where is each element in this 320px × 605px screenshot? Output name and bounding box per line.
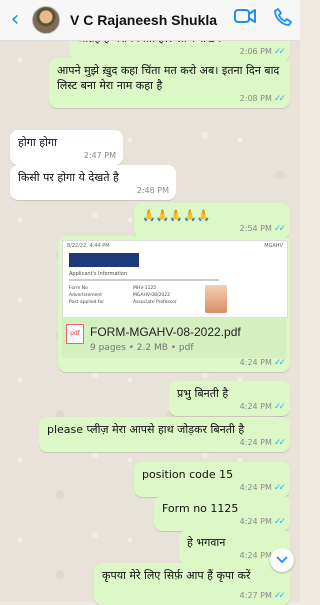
pdf-file-icon: pdf: [66, 324, 84, 344]
message-text: प्रभु बिनती है: [177, 387, 229, 400]
message-bubble-incoming[interactable]: होगा होगा 2:47 PM: [10, 130, 123, 165]
read-ticks-icon: ✓✓: [273, 437, 286, 448]
message-bubble-outgoing[interactable]: कृपया मेरे लिए सिर्फ़ आप हैं कृपा करें 4…: [94, 563, 290, 605]
phone-icon[interactable]: [274, 8, 292, 26]
read-ticks-icon: ✓✓: [273, 223, 286, 234]
contact-name[interactable]: V C Rajaneesh Shukla: [70, 12, 217, 28]
preview-rule: [69, 279, 219, 281]
avatar[interactable]: [32, 6, 60, 34]
preview-heading: Applicant's Information: [69, 271, 128, 277]
video-call-icon[interactable]: [234, 8, 256, 24]
read-ticks-icon: ✓✓: [273, 482, 286, 493]
pdf-file-meta: 9 pages • 2.2 MB • pdf: [90, 343, 194, 354]
message-text: आपने मुझे ख़ुद कहा चिंता मत करो अब। इतना…: [57, 64, 280, 92]
message-bubble-outgoing[interactable]: please प्लीज़ मेरा आपसे हाथ जोड़कर बिनती…: [39, 417, 290, 452]
read-ticks-icon: ✓✓: [273, 590, 286, 601]
applicant-photo: [205, 285, 227, 313]
message-time: 4:24 PM✓✓: [239, 401, 286, 412]
pdf-file-info[interactable]: pdf FORM-MGAHV-08-2022.pdf 9 pages • 2.2…: [62, 318, 286, 359]
message-text: होगा होगा: [18, 136, 57, 149]
message-bubble-outgoing[interactable]: Form no 1125 4:24 PM ✓✓: [154, 496, 290, 531]
read-ticks-icon: ✓✓: [273, 401, 286, 412]
message-bubble-incoming[interactable]: किसी पर होगा ये देखते है 2:48 PM: [10, 165, 176, 200]
message-text: position code 15: [142, 468, 234, 481]
pdf-preview-thumbnail[interactable]: 8/22/22, 4:44 PM MGAHV Applicant's Inform…: [62, 240, 288, 318]
pdf-file-name: FORM-MGAHV-08-2022.pdf: [90, 325, 241, 339]
message-bubble-outgoing[interactable]: प्रभु बिनती है 4:24 PM ✓✓: [169, 381, 290, 416]
chevron-down-icon: [276, 556, 288, 564]
preview-org: MGAHV: [264, 243, 283, 249]
preview-field-labels: Form No Advertisement Post applied for: [69, 286, 105, 305]
read-ticks-icon: ✓✓: [273, 358, 286, 369]
scroll-down-button[interactable]: [270, 548, 294, 572]
message-text: कृपया मेरे लिए सिर्फ़ आप हैं कृपा करें: [102, 569, 251, 582]
university-logo: [69, 253, 139, 267]
chevron-left-icon[interactable]: ‹: [4, 0, 26, 40]
chat-header: ‹ V C Rajaneesh Shukla: [0, 0, 300, 41]
message-text: Form no 1125: [162, 502, 239, 515]
message-time: 4:27 PM ✓✓: [239, 590, 286, 601]
read-ticks-icon: ✓✓: [273, 516, 286, 527]
preview-field-values: MHV-1125 MGAHV-08/2022 Associate Profess…: [133, 286, 177, 305]
message-text: हे भगवान: [187, 536, 226, 549]
message-text: please प्लीज़ मेरा आपसे हाथ जोड़कर बिनती…: [47, 423, 245, 436]
message-time: 4:24 PM✓✓: [239, 482, 286, 493]
message-time: 4:24 PM✓✓: [239, 516, 286, 527]
message-time: 2:06 PM ✓✓: [239, 46, 286, 57]
read-ticks-icon: ✓✓: [273, 46, 286, 57]
pdf-attachment-bubble[interactable]: 8/22/22, 4:44 PM MGAHV Applicant's Inform…: [58, 236, 290, 373]
message-time: 2:54 PM ✓✓: [239, 223, 286, 234]
message-time: 2:48 PM: [136, 186, 169, 196]
read-ticks-icon: ✓✓: [273, 93, 286, 104]
message-time: 2:08 PM ✓✓: [239, 93, 286, 104]
message-text: 🙏🙏🙏🙏🙏: [142, 209, 211, 222]
message-bubble-outgoing[interactable]: आपने मुझे ख़ुद कहा चिंता मत करो अब। इतना…: [49, 58, 290, 108]
message-time: 4:24 PM✓✓: [239, 437, 286, 448]
preview-date: 8/22/22, 4:44 PM: [67, 243, 110, 249]
message-text: किसी पर होगा ये देखते है: [18, 171, 119, 184]
message-time: 2:47 PM: [83, 151, 116, 161]
message-time: 4:24 PM✓✓: [239, 358, 286, 369]
message-bubble-outgoing[interactable]: 🙏🙏🙏🙏🙏 2:54 PM ✓✓: [134, 203, 290, 238]
message-bubble-outgoing[interactable]: position code 15 4:24 PM ✓✓: [134, 462, 290, 497]
